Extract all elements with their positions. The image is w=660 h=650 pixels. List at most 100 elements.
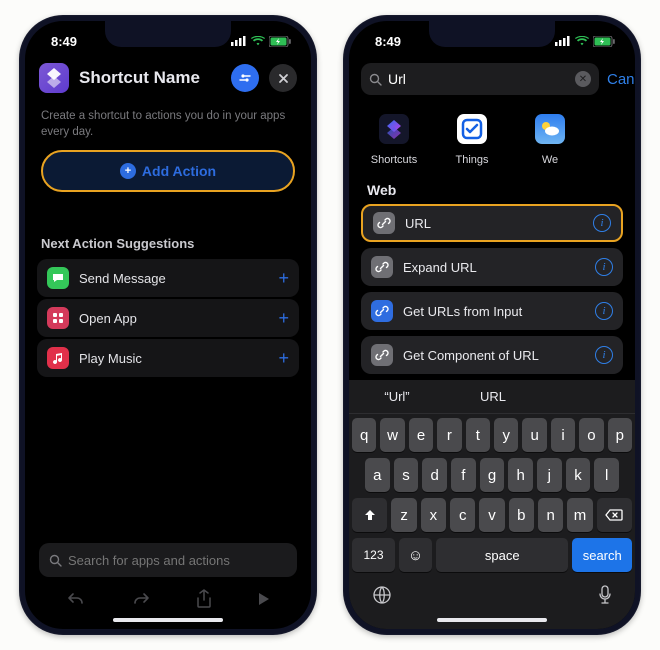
keyboard-predictions: “Url”URL	[349, 380, 635, 414]
suggestion-play-music[interactable]: Play Music+	[37, 339, 299, 377]
key-c[interactable]: c	[450, 498, 475, 532]
shortcuts-app-icon	[371, 109, 417, 149]
backspace-key[interactable]	[597, 498, 632, 532]
key-y[interactable]: y	[494, 418, 518, 452]
action-search-screen: ✕ Cancel ShortcutsThingsWe Web URLiExpan…	[349, 21, 635, 629]
add-suggestion-button[interactable]: +	[278, 348, 289, 369]
key-t[interactable]: t	[466, 418, 490, 452]
app-grid-icon	[47, 307, 69, 329]
close-button[interactable]	[269, 64, 297, 92]
space-key[interactable]: space	[436, 538, 568, 572]
key-w[interactable]: w	[380, 418, 404, 452]
action-row-url[interactable]: URLi	[361, 204, 623, 242]
action-row-expand-url[interactable]: Expand URLi	[361, 248, 623, 286]
key-x[interactable]: x	[421, 498, 446, 532]
suggestion-label: Play Music	[79, 351, 278, 366]
action-search-field[interactable]: ✕	[361, 63, 599, 95]
chip-shortcuts[interactable]: Shortcuts	[363, 109, 425, 166]
shift-key[interactable]	[352, 498, 387, 532]
suggestions-header: Next Action Suggestions	[25, 236, 311, 257]
clear-search-button[interactable]: ✕	[575, 71, 591, 87]
chip-things[interactable]: Things	[441, 109, 503, 166]
key-l[interactable]: l	[594, 458, 619, 492]
share-button[interactable]	[196, 589, 212, 609]
key-h[interactable]: h	[508, 458, 533, 492]
chip-label: We	[542, 154, 558, 166]
keyboard: “Url”URL qwertyuiop asdfghjkl zxcvbnm 12…	[349, 380, 635, 629]
action-row-get-urls-from-input[interactable]: Get URLs from Inputi	[361, 292, 623, 330]
key-b[interactable]: b	[509, 498, 534, 532]
key-e[interactable]: e	[409, 418, 433, 452]
shortcut-editor-screen: Shortcut Name Create a shortcut to actio…	[25, 21, 311, 629]
chip-label: Things	[455, 154, 488, 166]
prediction[interactable]: URL	[445, 389, 541, 404]
redo-button[interactable]	[131, 590, 151, 608]
key-r[interactable]: r	[437, 418, 461, 452]
suggestion-label: Send Message	[79, 271, 278, 286]
globe-key[interactable]	[371, 584, 393, 611]
key-p[interactable]: p	[608, 418, 632, 452]
key-o[interactable]: o	[579, 418, 603, 452]
suggestion-open-app[interactable]: Open App+	[37, 299, 299, 337]
key-n[interactable]: n	[538, 498, 563, 532]
info-button[interactable]: i	[595, 302, 613, 320]
toolbar	[25, 577, 311, 609]
key-u[interactable]: u	[522, 418, 546, 452]
cancel-button[interactable]: Cancel	[607, 71, 635, 88]
action-row-label: Get Component of URL	[403, 348, 595, 363]
action-row-get-component-of-url[interactable]: Get Component of URLi	[361, 336, 623, 374]
chip-we[interactable]: We	[519, 109, 581, 166]
key-m[interactable]: m	[567, 498, 592, 532]
mode-key[interactable]: 123	[352, 538, 395, 572]
editor-header: Shortcut Name	[25, 61, 311, 103]
notch	[429, 21, 555, 47]
chip-label: Shortcuts	[371, 154, 417, 166]
things-app-icon	[449, 109, 495, 149]
notch	[105, 21, 231, 47]
key-f[interactable]: f	[451, 458, 476, 492]
search-input[interactable]	[68, 553, 287, 568]
home-indicator[interactable]	[437, 618, 547, 622]
home-indicator[interactable]	[113, 618, 223, 622]
shortcut-title[interactable]: Shortcut Name	[79, 68, 221, 88]
search-field[interactable]	[39, 543, 297, 577]
prediction[interactable]: “Url”	[349, 389, 445, 404]
phone-right-screen: 8:49 ✕ Cancel	[349, 21, 635, 629]
key-v[interactable]: v	[479, 498, 504, 532]
search-icon	[369, 73, 382, 86]
phone-left: 8:49 Shortcut Name	[19, 15, 317, 635]
key-k[interactable]: k	[566, 458, 591, 492]
key-g[interactable]: g	[480, 458, 505, 492]
emoji-key[interactable]: ☺	[399, 538, 432, 572]
weather-app-icon	[527, 109, 573, 149]
info-button[interactable]: i	[593, 214, 611, 232]
link-icon	[371, 300, 393, 322]
settings-button[interactable]	[231, 64, 259, 92]
suggestion-send-message[interactable]: Send Message+	[37, 259, 299, 297]
undo-button[interactable]	[66, 590, 86, 608]
search-icon	[49, 554, 62, 567]
run-button[interactable]	[257, 591, 271, 607]
dictation-key[interactable]	[597, 584, 613, 611]
link-icon	[373, 212, 395, 234]
shortcut-icon[interactable]	[39, 63, 69, 93]
add-suggestion-button[interactable]: +	[278, 308, 289, 329]
search-action-key[interactable]: search	[572, 538, 632, 572]
phone-right: 8:49 ✕ Cancel	[343, 15, 641, 635]
add-suggestion-button[interactable]: +	[278, 268, 289, 289]
key-d[interactable]: d	[422, 458, 447, 492]
key-z[interactable]: z	[391, 498, 416, 532]
key-s[interactable]: s	[394, 458, 419, 492]
link-icon	[371, 344, 393, 366]
key-q[interactable]: q	[352, 418, 376, 452]
key-j[interactable]: j	[537, 458, 562, 492]
action-row-label: URL	[405, 216, 593, 231]
info-button[interactable]: i	[595, 346, 613, 364]
action-row-label: Expand URL	[403, 260, 595, 275]
info-button[interactable]: i	[595, 258, 613, 276]
key-i[interactable]: i	[551, 418, 575, 452]
action-search-input[interactable]	[388, 71, 569, 87]
add-action-button[interactable]: + Add Action	[41, 150, 295, 192]
suggestion-label: Open App	[79, 311, 278, 326]
key-a[interactable]: a	[365, 458, 390, 492]
